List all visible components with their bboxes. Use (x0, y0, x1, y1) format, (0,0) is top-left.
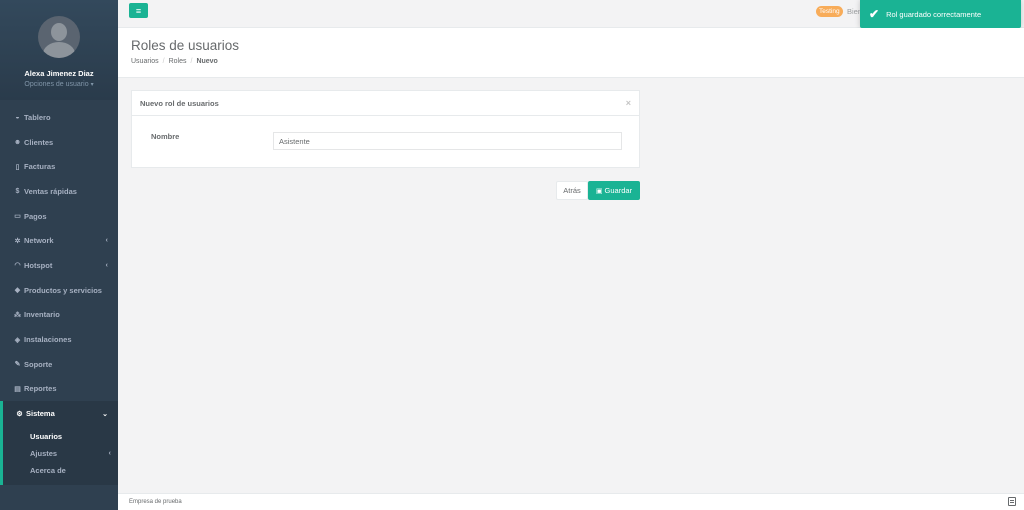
sidebar-item-label: Clientes (24, 137, 54, 147)
sidebar-item-network[interactable]: ✲ Network ‹ (0, 228, 118, 253)
chevron-left-icon: ‹ (105, 237, 108, 245)
panel-header: Nuevo rol de usuarios × (132, 91, 639, 116)
sidebar-item-label: Sistema (26, 409, 55, 419)
file-icon: ▯ (15, 163, 20, 171)
sidebar-subitem-label: Acerca de (30, 465, 66, 475)
sidebar-item-sistema[interactable]: ⚙ Sistema ⌄ (0, 401, 118, 426)
back-button[interactable]: Atrás (556, 181, 588, 200)
sidebar-subitem-label: Ajustes (30, 448, 58, 458)
nombre-input[interactable] (273, 132, 622, 150)
breadcrumb-nuevo: Nuevo (196, 58, 218, 65)
register-icon[interactable] (1008, 497, 1016, 506)
sidebar-subitem-acerca-de[interactable]: Acerca de (3, 462, 118, 479)
breadcrumb-usuarios[interactable]: Usuarios (131, 58, 159, 65)
sidebar-item-label: Soporte (24, 359, 53, 369)
toast-message: Rol guardado correctamente (886, 9, 982, 19)
money-icon: ▭ (14, 213, 21, 221)
new-role-panel: Nuevo rol de usuarios × Nombre (131, 90, 640, 168)
wrench-icon: ✎ (14, 361, 21, 369)
sidebar-item-inventario[interactable]: ⁂ Inventario (0, 303, 118, 328)
sidebar-subitem-usuarios[interactable]: Usuarios (3, 428, 118, 445)
user-name: Alexa Jimenez Diaz (24, 69, 94, 78)
dashboard-icon: ◒ (15, 113, 20, 121)
sidebar-item-reportes[interactable]: ▤ Reportes (0, 377, 118, 402)
sidebar-item-instalaciones[interactable]: ◈ Instalaciones (0, 327, 118, 352)
sidebar-item-ventas-rapidas[interactable]: $ Ventas rápidas (0, 179, 118, 204)
tags-icon: ◆ (14, 287, 21, 295)
sidebar-item-tablero[interactable]: ◒ Tablero (0, 105, 118, 130)
profile-header: Alexa Jimenez Diaz Opciones de usuario ▾ (0, 0, 118, 100)
sidebar-nav: ◒ Tablero ☻ Clientes ▯ Facturas $ Ventas… (0, 100, 118, 426)
user-options-label: Opciones de usuario (24, 81, 89, 88)
panel-title: Nuevo rol de usuarios (140, 98, 219, 108)
chevron-left-icon: ‹ (108, 449, 111, 457)
check-icon: ✔ (869, 7, 880, 21)
sidebar-item-label: Network (24, 236, 54, 246)
environment-badge: Testing (816, 6, 843, 17)
close-icon[interactable]: × (626, 98, 631, 108)
sistema-submenu: Usuarios Ajustes ‹ Acerca de (0, 425, 118, 485)
chevron-left-icon: ‹ (105, 261, 108, 269)
caret-down-icon: ▾ (90, 82, 94, 88)
cubes-icon: ⁂ (14, 311, 21, 319)
success-toast[interactable]: ✔ Rol guardado correctamente (860, 0, 1021, 28)
breadcrumb-roles[interactable]: Roles (169, 58, 187, 65)
page-title: Roles de usuarios (131, 38, 240, 53)
sidebar-item-label: Tablero (24, 112, 51, 122)
network-icon: ✲ (14, 237, 21, 245)
sidebar-item-label: Productos y servicios (24, 285, 102, 295)
save-button[interactable]: ▣ Guardar (588, 181, 640, 200)
sidebar-item-label: Inventario (24, 310, 60, 320)
breadcrumb-separator: / (190, 58, 193, 65)
floppy-disk-icon: ▣ (595, 187, 603, 195)
users-icon: ☻ (13, 138, 22, 146)
avatar[interactable] (38, 16, 80, 58)
sidebar-subitem-label: Usuarios (30, 431, 63, 441)
chevron-down-icon: ⌄ (102, 410, 108, 418)
hamburger-icon: ≡ (135, 5, 142, 16)
company-name: Empresa de prueba (129, 499, 182, 505)
book-icon: ▤ (14, 385, 21, 393)
sidebar: Alexa Jimenez Diaz Opciones de usuario ▾ … (0, 0, 118, 510)
breadcrumb-separator: / (162, 58, 165, 65)
nombre-label: Nombre (151, 132, 180, 141)
user-options-dropdown[interactable]: Opciones de usuario ▾ (0, 81, 118, 88)
save-button-label: Guardar (604, 186, 633, 195)
sidebar-item-clientes[interactable]: ☻ Clientes (0, 130, 118, 155)
sidebar-item-label: Ventas rápidas (24, 186, 77, 196)
wifi-icon: ◠ (14, 262, 21, 270)
sidebar-item-pagos[interactable]: ▭ Pagos (0, 204, 118, 229)
sidebar-item-label: Hotspot (24, 260, 53, 270)
sidebar-item-hotspot[interactable]: ◠ Hotspot ‹ (0, 253, 118, 278)
tools-icon: ◈ (14, 336, 21, 344)
sidebar-item-label: Facturas (24, 162, 56, 172)
dollar-icon: $ (15, 187, 20, 195)
footer: Empresa de prueba (118, 493, 1024, 510)
page-heading: Roles de usuarios Usuarios / Roles / Nue… (118, 28, 1024, 78)
sidebar-item-soporte[interactable]: ✎ Soporte (0, 352, 118, 377)
sidebar-item-facturas[interactable]: ▯ Facturas (0, 154, 118, 179)
sidebar-item-label: Instalaciones (24, 335, 72, 345)
sidebar-subitem-ajustes[interactable]: Ajustes ‹ (3, 445, 118, 462)
sidebar-item-productos[interactable]: ◆ Productos y servicios (0, 278, 118, 303)
sidebar-item-label: Pagos (24, 211, 47, 221)
cogs-icon: ⚙ (16, 410, 23, 418)
menu-toggle-button[interactable]: ≡ (129, 3, 148, 18)
sidebar-item-label: Reportes (24, 384, 57, 394)
breadcrumb: Usuarios / Roles / Nuevo (131, 58, 218, 65)
